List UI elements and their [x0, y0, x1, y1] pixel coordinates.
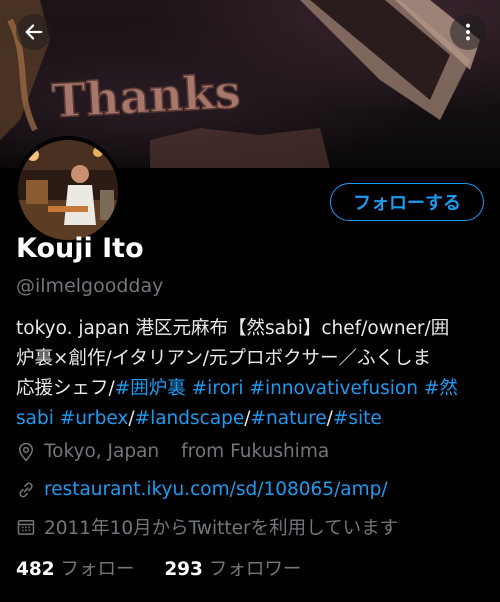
location-row: Tokyo, Japan from Fukushima	[16, 441, 329, 462]
follow-button[interactable]: フォローする	[330, 183, 484, 221]
website-link[interactable]: restaurant.ikyu.com/sd/108065/amp/	[44, 479, 388, 500]
followers-count: 293	[164, 559, 203, 580]
following-label: フォロー	[60, 559, 135, 580]
hashtag-link[interactable]: #urbex	[60, 408, 129, 429]
hashtag-link[interactable]: #irori	[192, 378, 244, 399]
banner-text: Thanks	[51, 64, 242, 128]
calendar-icon	[16, 517, 36, 537]
website-row: restaurant.ikyu.com/sd/108065/amp/	[16, 479, 388, 500]
hashtag-link[interactable]: #然	[424, 378, 458, 399]
link-icon	[16, 480, 36, 500]
hashtag-link[interactable]: #site	[333, 408, 382, 429]
join-date-text: 2011年10月からTwitterを利用しています	[44, 518, 399, 539]
followers-label: フォロワー	[208, 559, 302, 580]
bio-line: 応援シェフ/#囲炉裏 #irori #innovativefusion #然	[16, 374, 486, 404]
hashtag-link[interactable]: #landscape	[135, 408, 245, 429]
bio-text: 応援シェフ/	[16, 378, 115, 399]
following-count: 482	[16, 559, 55, 580]
avatar[interactable]	[14, 136, 122, 244]
bio-line: tokyo. japan 港区元麻布【然sabi】chef/owner/囲	[16, 318, 450, 339]
location-pin-icon	[16, 442, 36, 462]
user-handle: @ilmelgoodday	[16, 275, 164, 297]
more-vertical-icon	[465, 23, 471, 41]
more-options-button[interactable]	[450, 14, 486, 50]
bio-line: 炉裏×創作/イタリアン/元プロボクサー／ふくしま	[16, 348, 431, 369]
hashtag-link[interactable]: #囲炉裏	[115, 378, 186, 399]
display-name: Kouji Ito	[16, 233, 144, 264]
follow-stats: 482 フォロー 293 フォロワー	[16, 555, 301, 581]
location-text: Tokyo, Japan	[44, 441, 160, 462]
followers-link[interactable]: 293 フォロワー	[164, 559, 301, 580]
hometown-text: from Fukushima	[181, 441, 330, 462]
hashtag-link[interactable]: sabi	[16, 408, 54, 429]
following-link[interactable]: 482 フォロー	[16, 559, 135, 580]
back-button[interactable]	[16, 14, 52, 50]
avatar-image	[18, 140, 118, 240]
hashtag-link[interactable]: #innovativefusion	[249, 378, 417, 399]
hashtag-link[interactable]: #nature	[251, 408, 327, 429]
bio-line: sabi #urbex/#landscape/#nature/#site	[16, 404, 486, 434]
arrow-left-icon	[25, 24, 43, 40]
profile-bio: tokyo. japan 港区元麻布【然sabi】chef/owner/囲 炉裏…	[16, 314, 486, 434]
join-date-row: 2011年10月からTwitterを利用しています	[16, 514, 398, 540]
